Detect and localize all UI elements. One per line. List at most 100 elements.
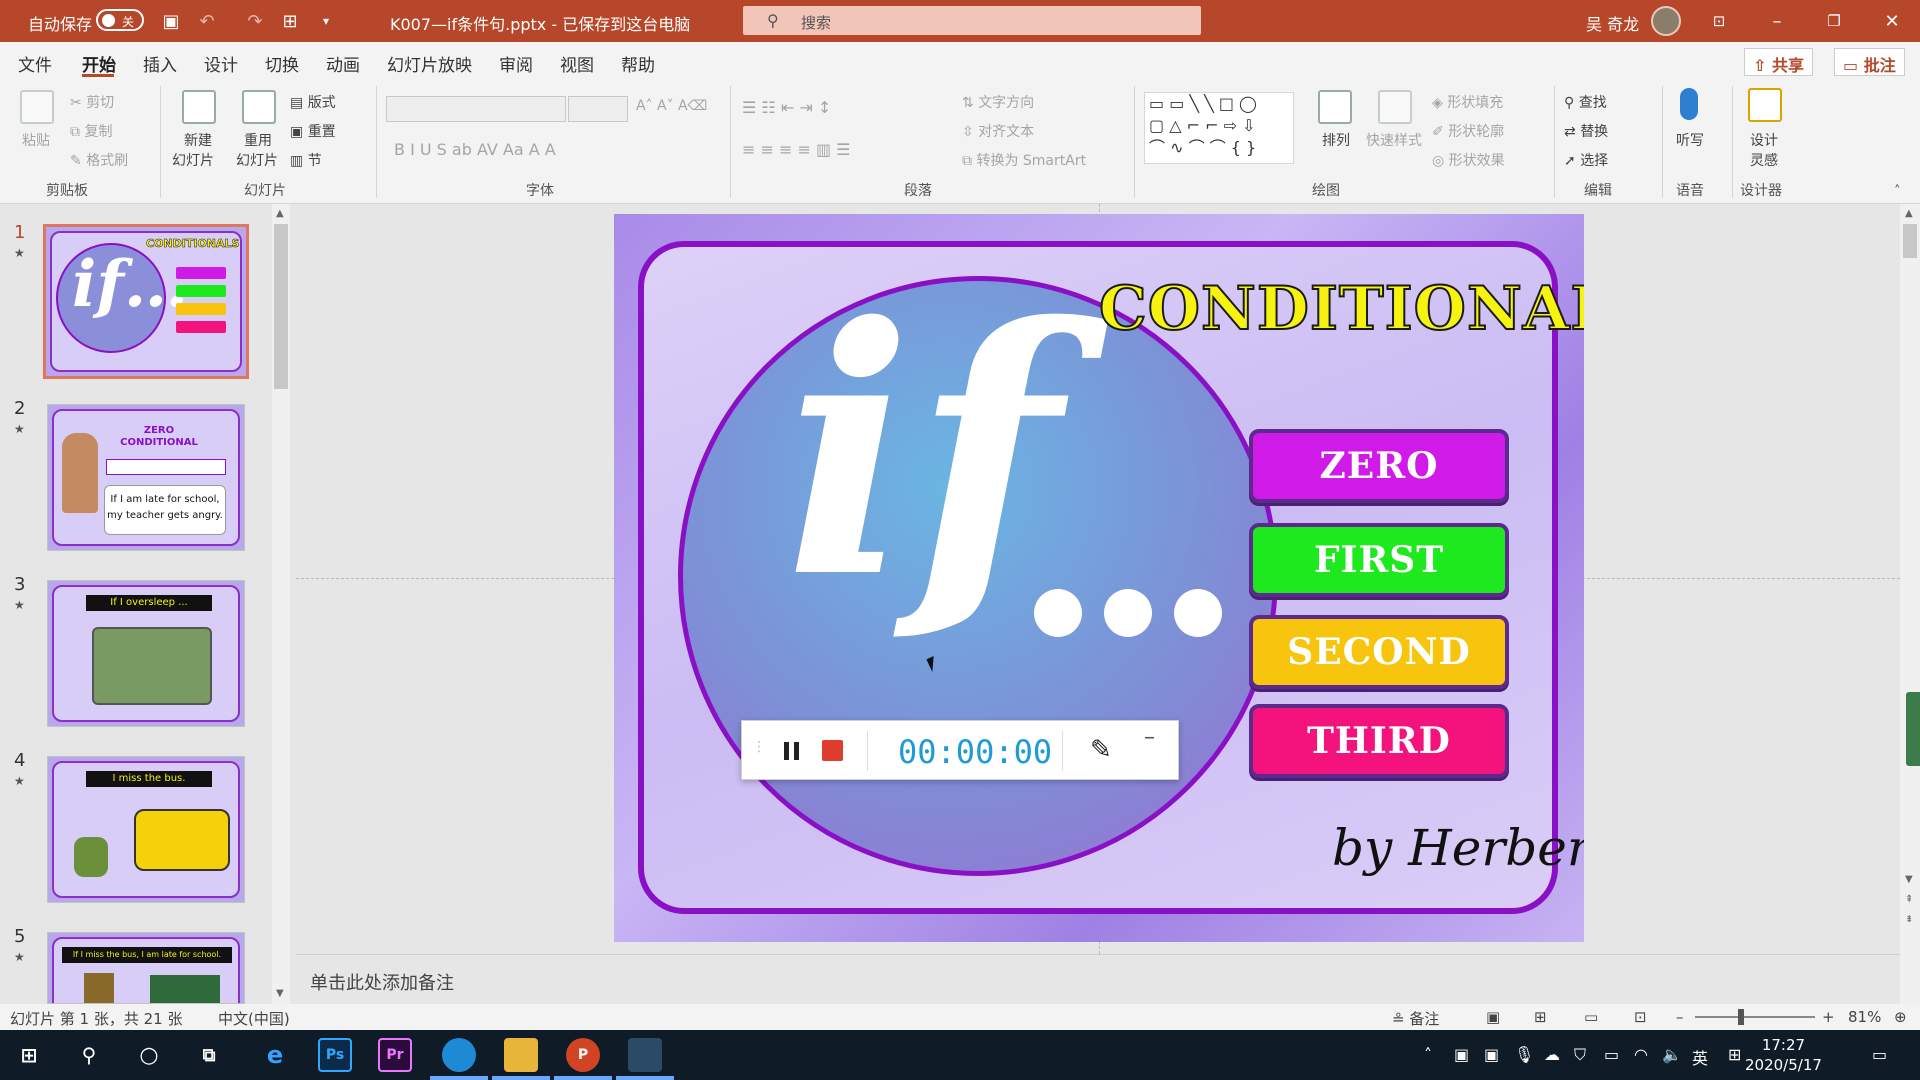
quick-styles-button[interactable]: 快速样式 <box>1366 130 1422 150</box>
zoom-slider[interactable] <box>1695 1016 1815 1018</box>
minimize-icon[interactable]: – <box>1755 0 1799 42</box>
stop-icon[interactable] <box>822 740 843 761</box>
shape-outline-button[interactable]: ✐ 形状轮廓 <box>1432 121 1504 141</box>
first-conditional-button[interactable]: FIRST <box>1249 523 1509 597</box>
text-direction-button[interactable]: ⇅ 文字方向 <box>962 92 1034 112</box>
system-clock[interactable]: 17:27 2020/5/17 <box>1745 1035 1822 1075</box>
big-if-text[interactable]: if <box>784 284 1059 624</box>
slide-thumbnail-4[interactable]: I miss the bus. <box>47 756 245 903</box>
user-name[interactable]: 吴 奇龙 <box>1586 11 1639 35</box>
close-icon[interactable]: ✕ <box>1870 0 1914 42</box>
recorder-app-icon[interactable] <box>628 1038 662 1072</box>
search-box[interactable]: ⚲ 搜索 <box>743 6 1201 35</box>
undo-icon[interactable]: ↶ <box>196 10 218 32</box>
reset-button[interactable]: ▣ 重置 <box>290 121 336 141</box>
font-size-controls[interactable]: A˄ A˅ A⌫ <box>636 98 707 114</box>
design-ideas-icon[interactable] <box>1748 88 1782 122</box>
notes-toggle[interactable]: ≗ 备注 <box>1392 1008 1439 1029</box>
arrange-button[interactable]: 排列 <box>1322 130 1350 150</box>
tab-slideshow[interactable]: 幻灯片放映 <box>387 51 472 76</box>
tab-file[interactable]: 文件 <box>18 51 52 76</box>
pause-icon[interactable] <box>784 742 800 760</box>
select-button[interactable]: ➚ 选择 <box>1564 150 1608 170</box>
normal-view-icon[interactable]: ▣ <box>1486 1008 1500 1026</box>
restore-icon[interactable]: ❐ <box>1812 0 1856 42</box>
scroll-up-icon[interactable]: ▲ <box>276 208 284 219</box>
slide-counter[interactable]: 幻灯片 第 1 张，共 21 张 <box>10 1008 182 1029</box>
slide-sorter-icon[interactable]: ⊞ <box>1534 1008 1547 1026</box>
reading-view-icon[interactable]: ▭ <box>1584 1008 1598 1026</box>
reuse-slides-button[interactable]: 重用 <box>244 130 272 150</box>
slide-thumbnail-5[interactable]: If I miss the bus, I am late for school. <box>47 932 245 1004</box>
notes-pane[interactable]: 单击此处添加备注 <box>296 954 1900 1004</box>
zoom-slider-thumb[interactable] <box>1738 1009 1744 1025</box>
document-title[interactable]: K007—if条件句.pptx - 已保存到这台电脑 <box>390 11 690 35</box>
redo-icon[interactable]: ↷ <box>244 10 266 32</box>
shape-fill-button[interactable]: ◈ 形状填充 <box>1432 92 1503 112</box>
keyboard-icon[interactable]: ⊞ <box>1728 1045 1741 1064</box>
zoom-level[interactable]: 81% <box>1848 1008 1881 1026</box>
microphone-icon[interactable] <box>1680 88 1698 120</box>
replace-button[interactable]: ⇄ 替换 <box>1564 121 1608 141</box>
zoom-in-icon[interactable]: + <box>1822 1008 1835 1026</box>
customize-qat-icon[interactable]: ▾ <box>315 10 337 32</box>
wifi-icon[interactable]: ◠ <box>1634 1045 1648 1064</box>
find-button[interactable]: ⚲ 查找 <box>1564 92 1607 112</box>
layout-button[interactable]: ▤ 版式 <box>290 92 336 112</box>
autosave-toggle[interactable]: 关 <box>96 9 144 31</box>
new-slide-button[interactable]: 新建 <box>184 130 212 150</box>
arrange-icon[interactable] <box>1318 90 1352 124</box>
shape-effects-button[interactable]: ◎ 形状效果 <box>1432 150 1505 170</box>
tray-app-icon[interactable]: ▣ <box>1454 1045 1469 1064</box>
defender-icon[interactable]: ⛉ <box>1574 1045 1586 1065</box>
edge-icon[interactable]: e <box>258 1038 292 1072</box>
slideshow-view-icon[interactable]: ⊡ <box>1634 1008 1647 1026</box>
paste-button[interactable]: 粘贴 <box>22 130 50 150</box>
design-ideas-button[interactable]: 设计 <box>1750 130 1778 150</box>
drag-handle-icon[interactable]: ⋮ <box>752 739 766 755</box>
next-slide-icon[interactable]: ⇟ <box>1905 914 1913 925</box>
slide-thumbnail-2[interactable]: ZERO CONDITIONAL If I am late for school… <box>47 404 245 551</box>
qq-browser-icon[interactable] <box>442 1038 476 1072</box>
reuse-slides-icon[interactable] <box>242 90 276 124</box>
dictate-button[interactable]: 听写 <box>1676 130 1704 150</box>
zero-conditional-button[interactable]: ZERO <box>1249 429 1509 503</box>
ribbon-display-icon[interactable]: ⊡ <box>1697 0 1741 42</box>
slide-thumbnail-1[interactable]: if… CONDITIONALS <box>43 224 249 379</box>
save-icon[interactable]: ▣ <box>160 10 182 32</box>
smartart-button[interactable]: ⧉ 转换为 SmartArt <box>962 150 1086 170</box>
cut-button[interactable]: ✂ 剪切 <box>70 92 114 112</box>
format-painter-button[interactable]: ✎ 格式刷 <box>70 150 128 170</box>
align-text-button[interactable]: ⇳ 对齐文本 <box>962 121 1034 141</box>
file-explorer-icon[interactable] <box>504 1038 538 1072</box>
minimize-recorder-icon[interactable]: – <box>1144 725 1155 750</box>
zoom-out-icon[interactable]: – <box>1676 1008 1684 1026</box>
share-button[interactable]: ⇧ 共享 <box>1744 48 1813 76</box>
second-conditional-button[interactable]: SECOND <box>1249 615 1509 689</box>
tab-design[interactable]: 设计 <box>204 51 238 76</box>
tab-transitions[interactable]: 切换 <box>265 51 299 76</box>
tab-insert[interactable]: 插入 <box>143 51 177 76</box>
volume-icon[interactable]: 🔈 <box>1662 1045 1682 1064</box>
copy-button[interactable]: ⧉ 复制 <box>70 121 112 141</box>
section-button[interactable]: ▥ 节 <box>290 150 322 170</box>
comment-button[interactable]: ▭ 批注 <box>1834 48 1905 76</box>
battery-icon[interactable]: ▭ <box>1604 1045 1619 1064</box>
slide-title[interactable]: CONDITIONALS <box>1098 273 1584 345</box>
new-slide-button-line2[interactable]: 幻灯片 <box>172 150 214 170</box>
reuse-slides-button-line2[interactable]: 幻灯片 <box>236 150 278 170</box>
photoshop-icon[interactable]: Ps <box>318 1038 352 1072</box>
scroll-up-icon[interactable]: ▲ <box>1905 208 1913 219</box>
shapes-gallery[interactable]: ▭ ▭ ╲ ╲ □ ◯ ▢ △ ⌐ ⌐ ⇨ ⇩ ⌒ ∿ ⌒ ⌒ { } <box>1144 92 1294 164</box>
collapse-ribbon-icon[interactable]: ˄ <box>1894 184 1901 199</box>
align-buttons[interactable]: ≡ ≡ ≡ ≡ ▥ ☰ <box>742 140 851 159</box>
tab-home[interactable]: 开始 <box>82 51 116 76</box>
pen-icon[interactable]: ✎ <box>1090 735 1112 765</box>
premiere-icon[interactable]: Pr <box>378 1038 412 1072</box>
tab-animations[interactable]: 动画 <box>326 51 360 76</box>
scroll-down-icon[interactable]: ▼ <box>276 988 284 999</box>
previous-slide-icon[interactable]: ⇞ <box>1905 894 1913 905</box>
tray-app-icon[interactable]: ▣ <box>1484 1045 1499 1064</box>
font-family-combo[interactable] <box>386 96 566 122</box>
scrollbar-thumb[interactable] <box>274 224 288 389</box>
